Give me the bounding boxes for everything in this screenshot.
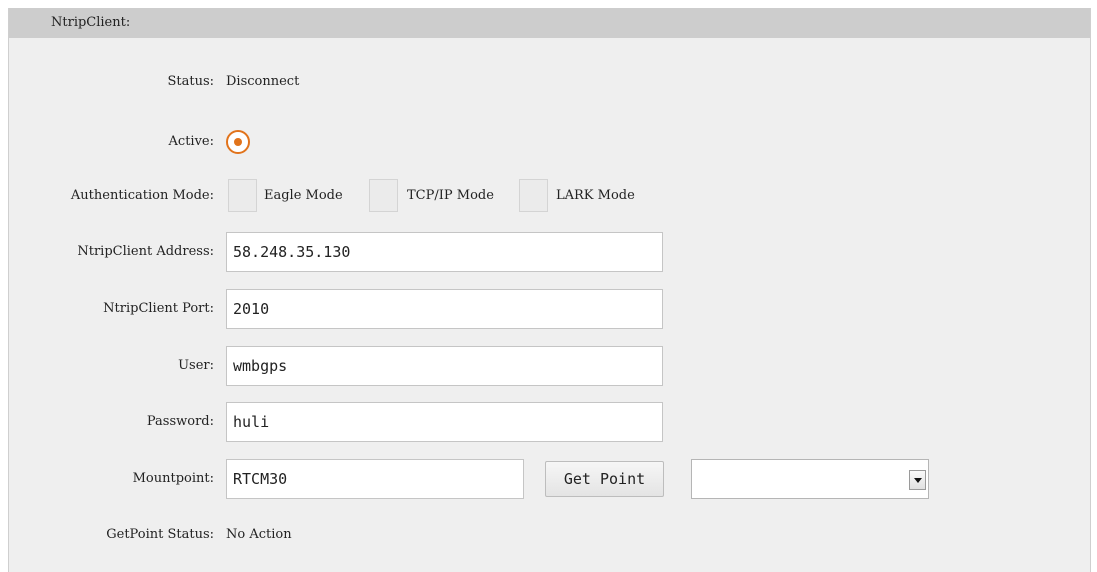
address-label: NtripClient Address:: [77, 244, 214, 259]
port-input[interactable]: 2010: [226, 289, 663, 329]
password-input[interactable]: huli: [226, 402, 663, 442]
chevron-down-icon[interactable]: [909, 470, 926, 490]
getpoint-status-label: GetPoint Status:: [106, 527, 214, 542]
lark-mode-label: LARK Mode: [556, 188, 635, 203]
tcpip-mode-label: TCP/IP Mode: [407, 188, 494, 203]
auth-mode-label: Authentication Mode:: [70, 188, 214, 203]
password-label: Password:: [146, 414, 214, 429]
mountpoint-input[interactable]: RTCM30: [226, 459, 524, 499]
tcpip-mode-checkbox[interactable]: [369, 179, 398, 212]
get-point-button[interactable]: Get Point: [545, 461, 664, 497]
eagle-mode-label: Eagle Mode: [264, 188, 343, 203]
ntrip-client-panel: NtripClient: Status: Disconnect Active: …: [8, 8, 1091, 572]
user-input[interactable]: wmbgps: [226, 346, 663, 386]
active-radio[interactable]: [226, 130, 250, 154]
lark-mode-checkbox[interactable]: [519, 179, 548, 212]
status-value: Disconnect: [226, 74, 300, 89]
getpoint-status-value: No Action: [226, 527, 292, 542]
eagle-mode-checkbox[interactable]: [228, 179, 257, 212]
panel-header: NtripClient:: [9, 8, 1090, 38]
address-input[interactable]: 58.248.35.130: [226, 232, 663, 272]
user-label: User:: [178, 358, 214, 373]
status-label: Status:: [167, 74, 214, 89]
panel-title: NtripClient:: [51, 15, 131, 30]
active-label: Active:: [168, 134, 214, 149]
mountpoint-select[interactable]: [691, 459, 929, 499]
port-label: NtripClient Port:: [103, 301, 214, 316]
mountpoint-label: Mountpoint:: [132, 471, 214, 486]
